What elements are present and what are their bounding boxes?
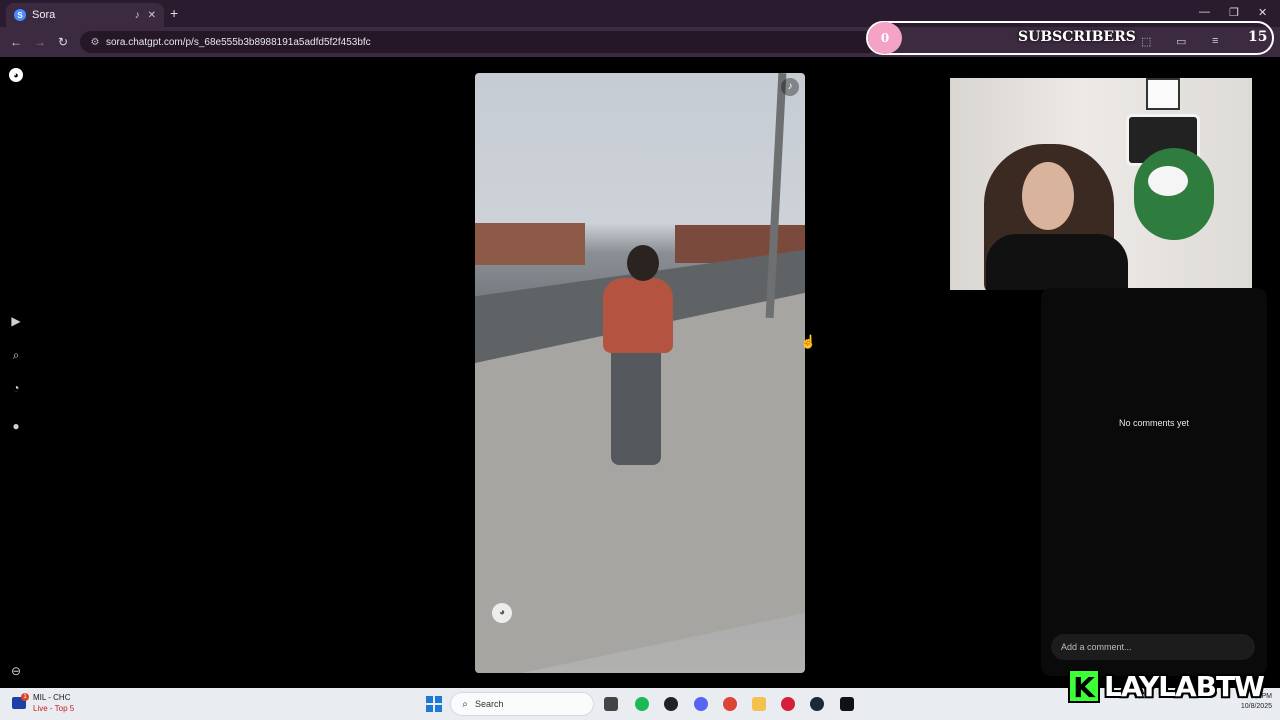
forward-icon[interactable]: → [34, 35, 46, 49]
address-bar[interactable]: ⚙ sora.chatgpt.com/p/s_68e555b3b8988191a… [80, 31, 880, 53]
plush-face [1148, 166, 1188, 196]
widget-badge: 1 [21, 693, 29, 701]
sora-favicon-icon: S [14, 9, 26, 21]
comments-empty-text: No comments yet [1118, 418, 1190, 428]
comments-panel: No comments yet [1041, 288, 1267, 676]
taskbar-search-label: Search [475, 699, 504, 709]
wall-frame [1146, 78, 1180, 110]
app-icon-red[interactable] [781, 697, 795, 711]
building-left [475, 223, 585, 265]
runner-legs [611, 345, 661, 465]
url-text: sora.chatgpt.com/p/s_68e555b3b8988191a5a… [106, 36, 371, 48]
sora-logo-icon[interactable]: ◕ [9, 68, 23, 82]
streamer-face [1022, 162, 1074, 230]
volume-icon[interactable]: ♪ [781, 78, 799, 96]
subscribers-label: SUBSCRIBERS [1018, 29, 1136, 45]
video-player[interactable]: ♪ ◕ [475, 73, 805, 673]
subscriber-goal-number: 15 [1248, 29, 1268, 45]
minimize-icon[interactable]: — [1199, 6, 1210, 18]
site-info-icon[interactable]: ⚙ [84, 37, 106, 48]
start-button[interactable] [426, 696, 442, 712]
file-explorer-icon[interactable] [752, 697, 766, 711]
restore-icon[interactable]: ❐ [1229, 6, 1239, 19]
new-tab-button[interactable]: + [170, 5, 178, 21]
webcam-overlay [950, 78, 1252, 290]
streamer-brand-overlay: K LAYLABTW [1068, 668, 1265, 704]
bell-icon[interactable]: ◔ [8, 380, 24, 396]
tab-sora[interactable]: S Sora ♪ ✕ [6, 3, 164, 27]
steam-icon[interactable] [810, 697, 824, 711]
hand-cursor-icon: ☝ [800, 334, 817, 349]
chrome-icon[interactable] [723, 697, 737, 711]
task-view-icon[interactable] [604, 697, 618, 711]
avatar-icon[interactable]: ● [8, 418, 24, 434]
search-icon: ⌕ [462, 698, 468, 710]
app-icon-dark[interactable] [840, 697, 854, 711]
runner-hoodie [603, 278, 673, 353]
search-icon[interactable]: ⌕ [8, 347, 24, 363]
sora-watermark-icon: ◕ [492, 603, 512, 623]
close-icon[interactable]: ✕ [1258, 6, 1267, 19]
taskbar-search[interactable]: ⌕ Search [450, 692, 594, 716]
discord-icon[interactable] [694, 697, 708, 711]
runner-head [627, 245, 659, 281]
more-icon[interactable]: ⊖ [8, 663, 24, 679]
brand-name: LAYLABTW [1104, 669, 1265, 703]
streamer-top [986, 234, 1128, 290]
play-icon[interactable]: ▶ [8, 313, 24, 329]
reload-icon[interactable]: ↻ [58, 35, 68, 49]
brand-k-logo: K [1068, 669, 1100, 704]
comment-input[interactable] [1051, 634, 1255, 660]
sports-ticker-title[interactable]: MIL - CHC [33, 693, 70, 702]
tab-close-icon[interactable]: ✕ [148, 10, 156, 21]
obs-icon[interactable] [664, 697, 678, 711]
spotify-icon[interactable] [635, 697, 649, 711]
speaker-icon[interactable]: ♪ [135, 10, 140, 21]
subscriber-count-badge: 0 [868, 22, 902, 54]
back-icon[interactable]: ← [10, 35, 22, 49]
sports-ticker-status[interactable]: Live - Top 5 [33, 704, 74, 713]
tab-title: Sora [32, 9, 56, 21]
